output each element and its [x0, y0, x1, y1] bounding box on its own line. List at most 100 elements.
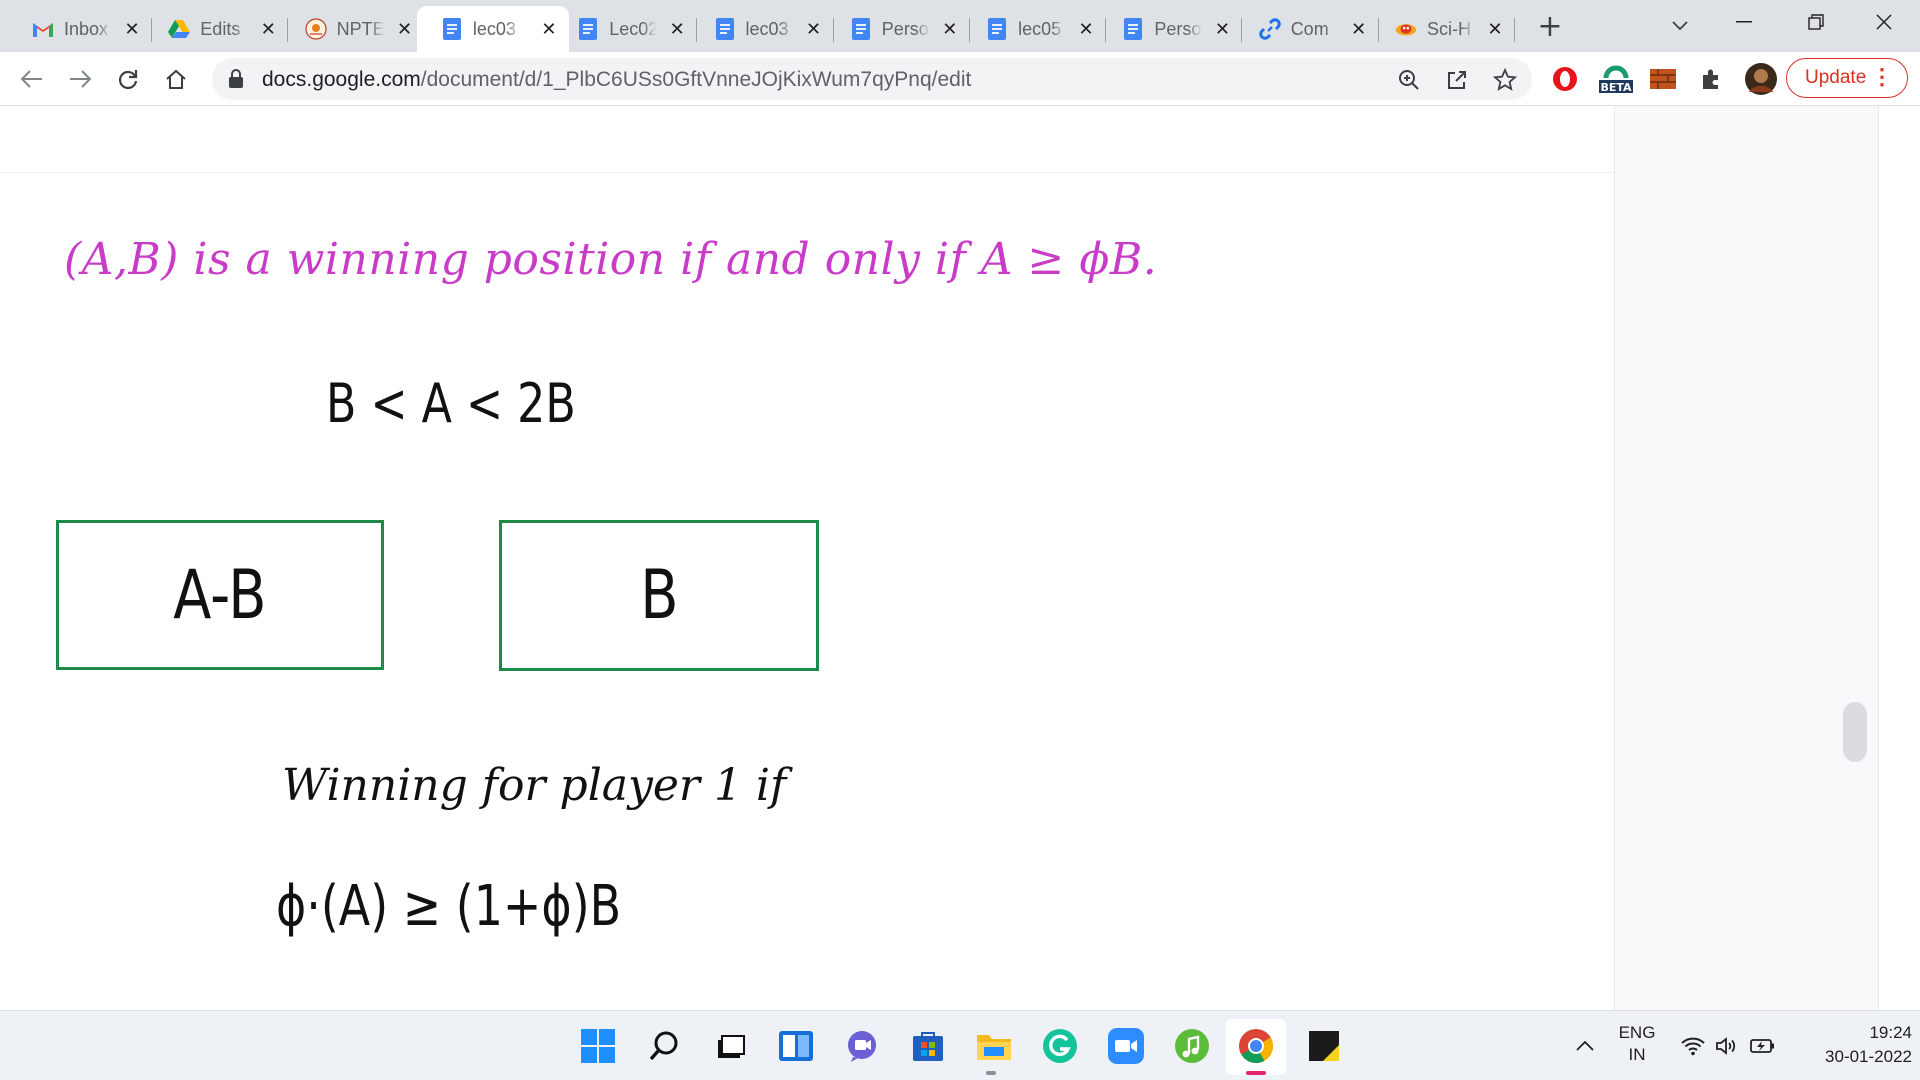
google-docs-icon: [850, 18, 872, 40]
inequality-equation: B < A < 2B: [326, 372, 576, 435]
close-tab-icon[interactable]: ✕: [122, 19, 142, 40]
beta-label: BETA: [1600, 81, 1632, 94]
sticky-notes-icon[interactable]: [1304, 1026, 1344, 1066]
minimize-button[interactable]: [1714, 0, 1774, 44]
task-view-icon[interactable]: [710, 1026, 750, 1066]
browser-tab[interactable]: lec03 ✕: [698, 6, 834, 52]
teams-chat-icon[interactable]: [842, 1026, 882, 1066]
tab-title: Com: [1290, 18, 1329, 39]
google-docs-icon: [986, 18, 1008, 40]
close-tab-icon[interactable]: ✕: [539, 19, 559, 40]
close-tab-icon[interactable]: ✕: [395, 19, 415, 40]
tab-title: Edits: [200, 18, 241, 39]
scihub-icon: [1395, 18, 1417, 40]
beta-extension-icon[interactable]: BETA: [1598, 64, 1634, 94]
box-b-label: B: [639, 556, 679, 635]
tab-title: lec03: [745, 18, 789, 39]
link-icon: [1258, 18, 1281, 40]
language-indicator[interactable]: ENG IN: [1612, 1023, 1662, 1065]
browser-tab[interactable]: Sci-H ✕: [1379, 6, 1515, 52]
browser-toolbar: docs.google.com/document/d/1_PlbC6USs0Gf…: [0, 52, 1920, 106]
widgets-icon[interactable]: [776, 1026, 816, 1066]
url-domain: docs.google.com: [262, 68, 421, 91]
page-edge-divider: [0, 172, 1614, 173]
box-a-minus-b-label: A-B: [173, 555, 267, 635]
windows-start-icon[interactable]: [578, 1026, 618, 1066]
show-hidden-icons-chevron[interactable]: [1570, 1026, 1600, 1066]
system-clock[interactable]: 19:24 30-01-2022: [1796, 1023, 1912, 1067]
scrollbar-thumb[interactable]: [1843, 702, 1867, 762]
reload-icon[interactable]: [112, 63, 144, 95]
file-explorer-indicator: [986, 1071, 996, 1075]
tab-title: Perso: [1154, 18, 1202, 39]
profile-avatar[interactable]: [1744, 62, 1778, 96]
kebab-menu-icon[interactable]: ⋮: [1871, 66, 1893, 88]
winning-condition-equation: ϕ·(A) ≥ (1+ϕ)B: [276, 874, 622, 939]
opera-extension-icon[interactable]: [1550, 64, 1580, 94]
region-code: IN: [1628, 1045, 1646, 1064]
google-docs-icon: [441, 18, 463, 40]
close-tab-icon[interactable]: ✕: [667, 19, 687, 40]
file-explorer-icon[interactable]: [974, 1026, 1014, 1066]
browser-tab[interactable]: Com ✕: [1243, 6, 1379, 52]
browser-tab[interactable]: Edits ✕: [152, 6, 289, 52]
scrollbar-track[interactable]: [1878, 106, 1920, 1010]
browser-tab[interactable]: Inbox ✕: [16, 6, 152, 52]
brick-extension-icon[interactable]: [1648, 64, 1678, 94]
close-tab-icon[interactable]: ✕: [1349, 19, 1369, 40]
tab-strip: Inbox✕Edits✕NPTEL✕lec03✕Lec02✕lec03✕Pers…: [0, 0, 1920, 52]
battery-icon[interactable]: [1748, 1026, 1778, 1066]
zoom-app-icon[interactable]: [1106, 1026, 1146, 1066]
forward-button[interactable]: [64, 63, 96, 95]
google-docs-icon: [1122, 18, 1144, 40]
box-b: B: [499, 520, 819, 671]
clock-date: 30-01-2022: [1825, 1047, 1912, 1066]
close-tab-icon[interactable]: ✕: [1212, 19, 1232, 40]
close-tab-icon[interactable]: ✕: [804, 19, 824, 40]
url-path: /document/d/1_PlbC6USs0GftVnneJOjKixWum7…: [420, 68, 972, 91]
google-docs-icon: [714, 18, 736, 40]
chrome-icon[interactable]: [1236, 1026, 1276, 1066]
lock-icon[interactable]: [228, 69, 244, 93]
new-tab-button[interactable]: +: [1534, 9, 1566, 44]
tab-title: lec05: [1018, 18, 1062, 39]
close-tab-icon[interactable]: ✕: [258, 19, 278, 40]
search-icon[interactable]: [644, 1026, 684, 1066]
url-text[interactable]: docs.google.com/document/d/1_PlbC6USs0Gf…: [262, 68, 971, 92]
browser-tab[interactable]: lec03 ✕: [416, 6, 569, 52]
wifi-icon[interactable]: [1678, 1026, 1708, 1066]
bookmark-star-icon[interactable]: [1492, 67, 1518, 93]
share-icon[interactable]: [1444, 67, 1470, 93]
chrome-active-indicator: [1246, 1071, 1266, 1075]
grammarly-icon[interactable]: [1040, 1026, 1080, 1066]
browser-tab[interactable]: NPTEL ✕: [289, 6, 425, 52]
google-drive-icon: [168, 18, 191, 40]
address-bar[interactable]: docs.google.com/document/d/1_PlbC6USs0Gf…: [212, 58, 1532, 100]
microsoft-store-icon[interactable]: [908, 1026, 948, 1066]
windows-taskbar: ENG IN 19:24 30-01-2022: [0, 1010, 1920, 1080]
browser-tab[interactable]: lec05 ✕: [970, 6, 1107, 52]
browser-tab[interactable]: Lec02 ✕: [561, 6, 698, 52]
winning-position-statement: (A,B) is a winning position if and only …: [64, 234, 1158, 285]
close-tab-icon[interactable]: ✕: [1076, 19, 1096, 40]
close-tab-icon[interactable]: ✕: [1485, 19, 1505, 40]
home-icon[interactable]: [160, 63, 192, 95]
restore-button[interactable]: [1786, 0, 1846, 44]
tab-title: Lec02: [609, 18, 658, 39]
music-app-icon[interactable]: [1172, 1026, 1212, 1066]
gmail-icon: [32, 18, 54, 40]
winning-player-statement: Winning for player 1 if: [282, 760, 787, 811]
update-button[interactable]: Update ⋮: [1786, 58, 1908, 98]
browser-tab[interactable]: Perso ✕: [834, 6, 970, 52]
close-window-button[interactable]: [1854, 0, 1914, 44]
extensions-puzzle-icon[interactable]: [1696, 64, 1726, 94]
volume-icon[interactable]: [1712, 1026, 1742, 1066]
zoom-icon[interactable]: [1396, 67, 1422, 93]
back-button[interactable]: [16, 63, 48, 95]
close-tab-icon[interactable]: ✕: [940, 19, 960, 40]
nptel-icon: [304, 18, 327, 40]
tab-title: Perso: [881, 18, 929, 39]
tab-search-chevron-icon[interactable]: [1664, 10, 1696, 42]
browser-tab[interactable]: Perso ✕: [1106, 6, 1243, 52]
clock-time: 19:24: [1869, 1023, 1912, 1042]
